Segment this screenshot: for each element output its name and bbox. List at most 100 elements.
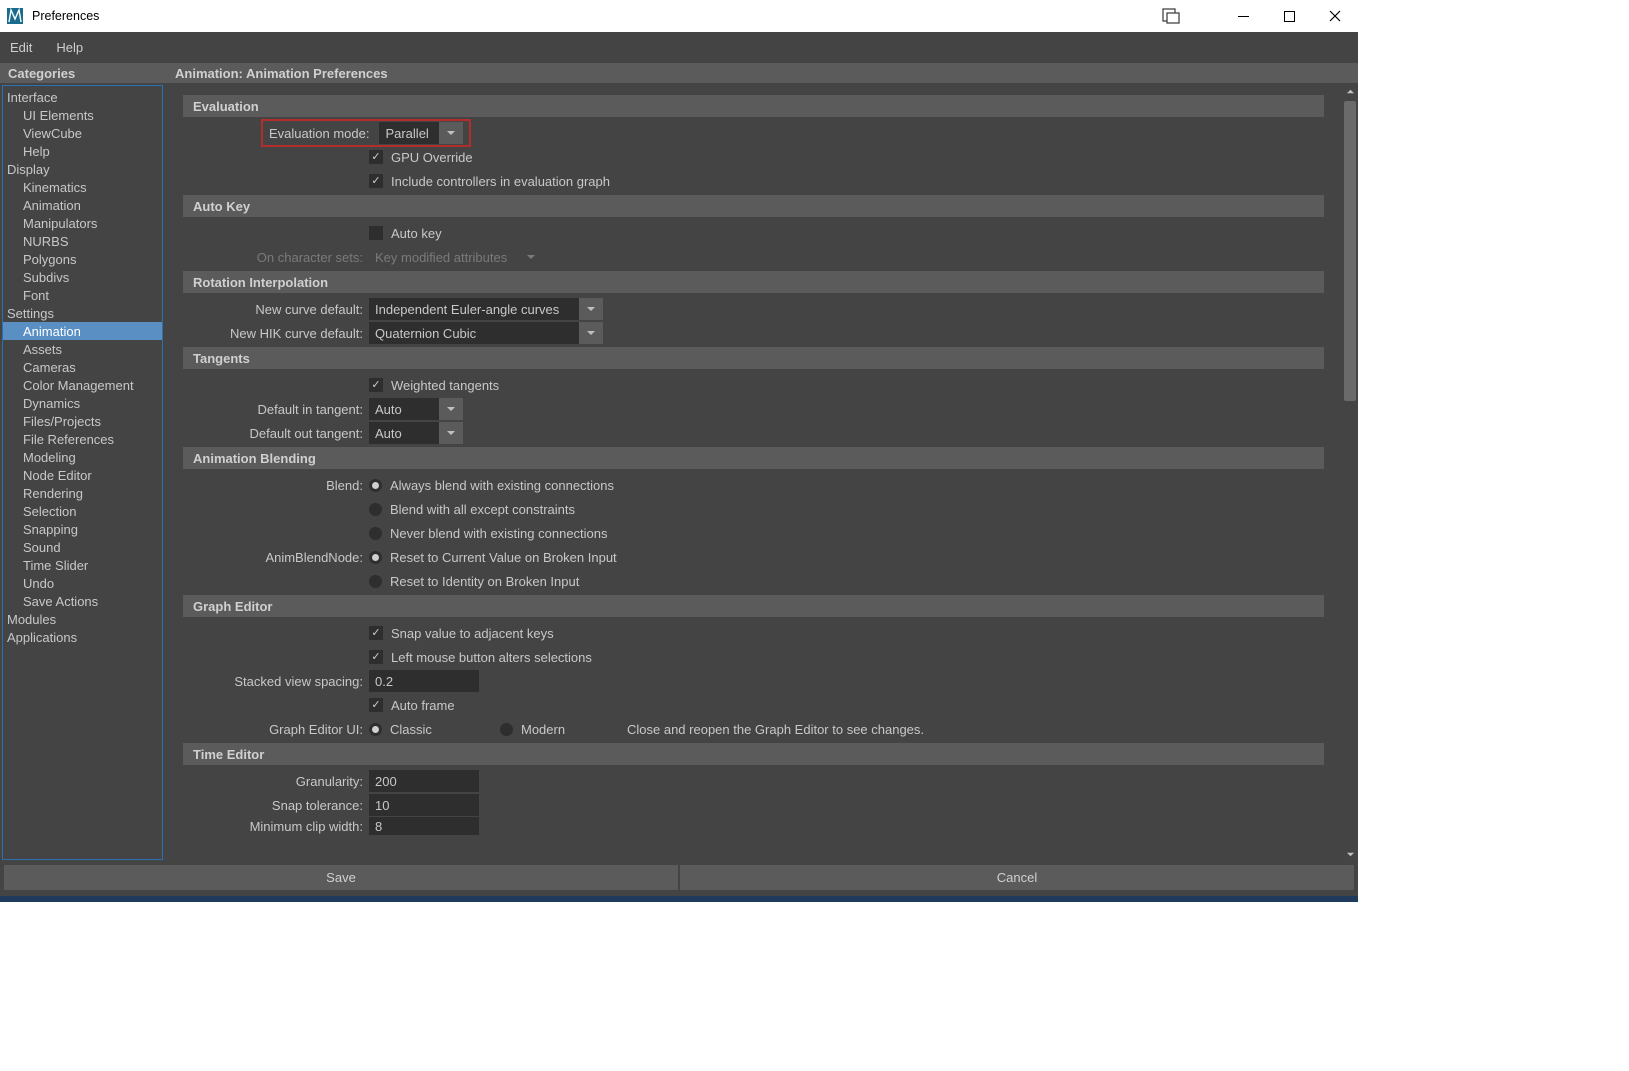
- category-item[interactable]: Undo: [3, 574, 162, 592]
- autoframe-label: Auto frame: [391, 698, 455, 713]
- category-item[interactable]: Assets: [3, 340, 162, 358]
- lmb-alter-checkbox[interactable]: [369, 650, 383, 664]
- grapheditor-classic-radio[interactable]: [369, 723, 382, 736]
- category-item[interactable]: Files/Projects: [3, 412, 162, 430]
- maya-app-icon: [6, 7, 24, 25]
- category-item[interactable]: Display: [3, 160, 162, 178]
- category-item[interactable]: Help: [3, 142, 162, 160]
- stacked-spacing-label: Stacked view spacing:: [183, 674, 369, 689]
- category-item[interactable]: Modules: [3, 610, 162, 628]
- evaluation-mode-dropdown-btn[interactable]: [439, 122, 463, 144]
- include-controllers-label: Include controllers in evaluation graph: [391, 174, 610, 189]
- categories-list[interactable]: InterfaceUI ElementsViewCubeHelpDisplayK…: [2, 85, 163, 860]
- autokey-checkbox[interactable]: [369, 226, 383, 240]
- newhik-dropdown[interactable]: Quaternion Cubic: [369, 322, 579, 344]
- category-item[interactable]: Time Slider: [3, 556, 162, 574]
- in-tangent-dropdown-btn[interactable]: [439, 398, 463, 420]
- vertical-scrollbar[interactable]: [1342, 83, 1358, 862]
- autokey-label: Auto key: [391, 226, 442, 241]
- menu-help[interactable]: Help: [56, 40, 83, 55]
- grapheditor-modern-label: Modern: [521, 722, 581, 737]
- category-item[interactable]: Applications: [3, 628, 162, 646]
- category-item[interactable]: Rendering: [3, 484, 162, 502]
- newhik-label: New HIK curve default:: [183, 326, 369, 341]
- section-blending: Animation Blending: [183, 447, 1324, 469]
- category-item[interactable]: Color Management: [3, 376, 162, 394]
- newcurve-dropdown-btn[interactable]: [579, 298, 603, 320]
- category-item[interactable]: Polygons: [3, 250, 162, 268]
- granularity-input[interactable]: 200: [369, 770, 479, 792]
- blend-never-radio[interactable]: [369, 527, 382, 540]
- category-item[interactable]: Selection: [3, 502, 162, 520]
- blend-label: Blend:: [183, 478, 369, 493]
- section-rotation: Rotation Interpolation: [183, 271, 1324, 293]
- evaluation-mode-dropdown[interactable]: Parallel: [379, 122, 439, 144]
- scroll-thumb[interactable]: [1344, 101, 1356, 401]
- category-item[interactable]: Manipulators: [3, 214, 162, 232]
- grapheditor-note: Close and reopen the Graph Editor to see…: [627, 722, 924, 737]
- blend-never-label: Never blend with existing connections: [390, 526, 608, 541]
- menu-edit[interactable]: Edit: [10, 40, 32, 55]
- category-item[interactable]: Dynamics: [3, 394, 162, 412]
- category-item[interactable]: Animation: [3, 322, 162, 340]
- titlebar: Preferences: [0, 0, 1358, 32]
- newhik-dropdown-btn[interactable]: [579, 322, 603, 344]
- scroll-up-arrow[interactable]: [1342, 83, 1358, 99]
- footer: Save Cancel: [0, 862, 1358, 896]
- category-item[interactable]: Sound: [3, 538, 162, 556]
- bottom-accent-bar: [0, 896, 1358, 902]
- preferences-window: Preferences Edit Help Categories Interfa…: [0, 0, 1358, 896]
- oncharsets-dropdown-btn: [519, 246, 543, 268]
- abn-reset-identity-radio[interactable]: [369, 575, 382, 588]
- section-graph: Graph Editor: [183, 595, 1324, 617]
- category-item[interactable]: Subdivs: [3, 268, 162, 286]
- stacked-spacing-input[interactable]: 0.2: [369, 670, 479, 692]
- category-item[interactable]: Kinematics: [3, 178, 162, 196]
- abn-reset-identity-label: Reset to Identity on Broken Input: [390, 574, 579, 589]
- scroll-down-arrow[interactable]: [1342, 846, 1358, 862]
- include-controllers-checkbox[interactable]: [369, 174, 383, 188]
- in-tangent-label: Default in tangent:: [183, 402, 369, 417]
- maximize-button[interactable]: [1266, 0, 1312, 32]
- blend-always-radio[interactable]: [369, 479, 382, 492]
- out-tangent-dropdown[interactable]: Auto: [369, 422, 439, 444]
- main-title: Animation: Animation Preferences: [165, 63, 1358, 83]
- window-options-icon[interactable]: [1162, 7, 1180, 25]
- in-tangent-dropdown[interactable]: Auto: [369, 398, 439, 420]
- category-item[interactable]: File References: [3, 430, 162, 448]
- autoframe-checkbox[interactable]: [369, 698, 383, 712]
- save-button[interactable]: Save: [4, 865, 678, 890]
- min-clip-width-input[interactable]: 8: [369, 817, 479, 835]
- out-tangent-label: Default out tangent:: [183, 426, 369, 441]
- category-item[interactable]: Save Actions: [3, 592, 162, 610]
- category-item[interactable]: Modeling: [3, 448, 162, 466]
- weighted-tangents-checkbox[interactable]: [369, 378, 383, 392]
- close-button[interactable]: [1312, 0, 1358, 32]
- category-item[interactable]: NURBS: [3, 232, 162, 250]
- abn-reset-current-radio[interactable]: [369, 551, 382, 564]
- minimize-button[interactable]: [1220, 0, 1266, 32]
- category-item[interactable]: Snapping: [3, 520, 162, 538]
- newcurve-dropdown[interactable]: Independent Euler-angle curves: [369, 298, 579, 320]
- category-item[interactable]: Font: [3, 286, 162, 304]
- gpu-override-checkbox[interactable]: [369, 150, 383, 164]
- category-item[interactable]: Animation: [3, 196, 162, 214]
- blend-except-radio[interactable]: [369, 503, 382, 516]
- snap-tolerance-input[interactable]: 10: [369, 794, 479, 816]
- grapheditor-modern-radio[interactable]: [500, 723, 513, 736]
- categories-header: Categories: [0, 63, 165, 83]
- evaluation-mode-highlight: Evaluation mode: Parallel: [261, 119, 471, 147]
- category-item[interactable]: Interface: [3, 88, 162, 106]
- snap-value-checkbox[interactable]: [369, 626, 383, 640]
- category-item[interactable]: Node Editor: [3, 466, 162, 484]
- category-item[interactable]: Settings: [3, 304, 162, 322]
- category-item[interactable]: UI Elements: [3, 106, 162, 124]
- out-tangent-dropdown-btn[interactable]: [439, 422, 463, 444]
- evaluation-mode-label: Evaluation mode:: [269, 126, 375, 141]
- cancel-button[interactable]: Cancel: [680, 865, 1354, 890]
- blend-except-label: Blend with all except constraints: [390, 502, 575, 517]
- category-item[interactable]: ViewCube: [3, 124, 162, 142]
- snap-tolerance-label: Snap tolerance:: [183, 798, 369, 813]
- category-item[interactable]: Cameras: [3, 358, 162, 376]
- min-clip-width-label: Minimum clip width:: [183, 819, 369, 834]
